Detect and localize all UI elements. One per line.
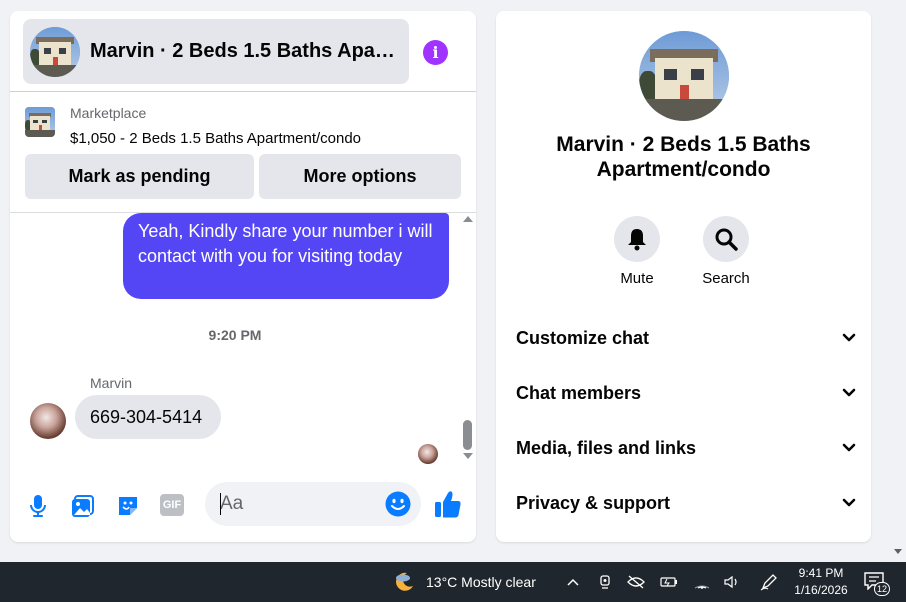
search-label: Search [702,270,750,287]
conversation-details-panel: Marvin · 2 Beds 1.5 Baths Apartment/cond… [496,11,871,542]
scroll-thumb[interactable] [463,420,472,450]
weather-moon-icon[interactable] [393,571,415,593]
info-icon[interactable]: i [423,40,448,65]
message-composer: GIF [10,481,476,531]
message-list: Yeah, Kindly share your number i will co… [10,213,460,471]
sticker-icon[interactable] [115,493,141,519]
section-privacy-support[interactable]: Privacy & support [516,488,856,518]
scroll-down-arrow[interactable] [463,453,473,459]
battery-icon[interactable] [660,573,678,591]
microphone-icon[interactable] [25,493,51,519]
listing-price-title: $1,050 - 2 Beds 1.5 Baths Apartment/cond… [70,130,362,147]
section-label: Chat members [516,382,642,403]
section-media-files-links[interactable]: Media, files and links [516,433,856,463]
section-label: Privacy & support [516,492,671,513]
chat-header[interactable]: Marvin · 2 Beds 1.5 Baths Apar… [23,19,409,84]
mute-label: Mute [620,270,654,287]
chevron-down-icon [842,498,856,507]
listing-avatar [30,26,80,77]
more-options-button[interactable]: More options [259,154,461,199]
outgoing-message[interactable]: Yeah, Kindly share your number i will co… [123,213,449,299]
header-divider [10,91,476,92]
chat-title: Marvin · 2 Beds 1.5 Baths Apar… [90,40,400,62]
eye-off-icon[interactable] [627,573,645,591]
search-button[interactable]: Search [691,216,761,287]
bell-icon [614,216,660,262]
camera-icon[interactable] [596,573,614,591]
listing-thumbnail [25,107,55,137]
gif-icon[interactable]: GIF [160,494,184,516]
section-chat-members[interactable]: Chat members [516,378,856,408]
wifi-icon[interactable] [693,573,711,591]
message-timestamp: 9:20 PM [208,327,262,343]
mute-button[interactable]: Mute [602,216,672,287]
notification-count-badge: 12 [874,582,890,596]
section-label: Customize chat [516,327,650,348]
avatar[interactable] [30,403,66,439]
photo-icon[interactable] [70,493,96,519]
taskbar: 13°C Mostly clear 9:41 PM 1/16/2026 12 [0,562,906,602]
scroll-up-arrow[interactable] [463,216,473,222]
emoji-icon[interactable] [385,491,411,517]
weather-text[interactable]: 13°C Mostly clear [426,574,536,590]
text-caret [220,493,221,515]
speaker-icon[interactable] [723,573,741,591]
incoming-message[interactable]: 669-304-5414 [75,395,221,439]
system-clock[interactable]: 9:41 PM 1/16/2026 [788,565,854,599]
chevron-down-icon [842,388,856,397]
chevron-up-icon[interactable] [564,573,582,591]
clock-date: 1/16/2026 [794,583,848,597]
sender-name: Marvin [90,375,133,391]
thumbs-up-icon[interactable] [434,489,462,519]
mark-as-pending-button[interactable]: Mark as pending [25,154,254,199]
marketplace-label: Marketplace [70,105,147,121]
pen-icon[interactable] [760,573,778,591]
search-icon [703,216,749,262]
listing-profile-image [639,31,729,121]
page-scroll-down-arrow[interactable] [894,549,902,554]
message-scrollbar[interactable] [460,213,476,471]
seen-indicator-avatar [418,444,438,464]
section-label: Media, files and links [516,437,697,458]
details-title: Marvin · 2 Beds 1.5 Baths Apartment/cond… [556,133,811,181]
chat-panel: Marvin · 2 Beds 1.5 Baths Apar… i Market… [10,11,476,542]
chevron-down-icon [842,443,856,452]
section-customize-chat[interactable]: Customize chat [516,323,856,353]
chevron-down-icon [842,333,856,342]
clock-time: 9:41 PM [798,566,844,580]
